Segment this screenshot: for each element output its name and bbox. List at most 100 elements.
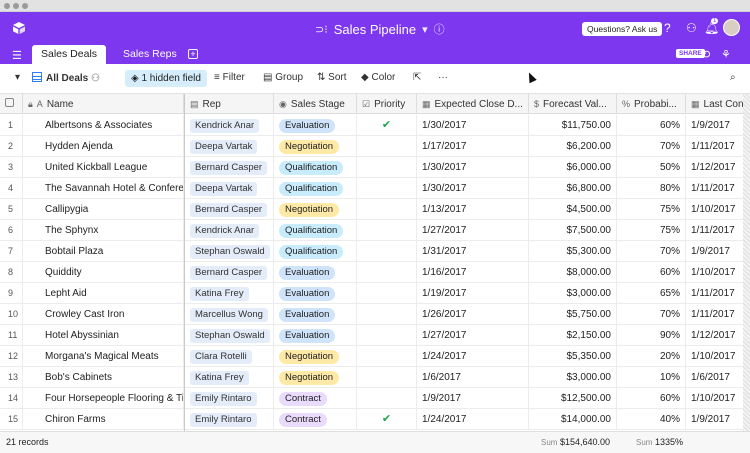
cell-expected-close[interactable]: 1/27/2017 xyxy=(417,220,529,241)
cell-rep[interactable]: Stephan Oswald xyxy=(185,241,274,262)
column-header-forecast-value[interactable]: $ Forecast Val... xyxy=(529,94,617,114)
cell-rep[interactable]: Deepa Vartak xyxy=(185,178,274,199)
cell-priority[interactable] xyxy=(357,367,417,388)
cell-sales-stage[interactable]: Negotiation xyxy=(274,199,357,220)
cell-last-contact[interactable]: 1/9/2017 xyxy=(686,409,750,430)
cell-probability[interactable]: 75% xyxy=(617,199,686,220)
team-icon[interactable]: ⚇ xyxy=(686,21,697,35)
menu-icon[interactable]: ☰ xyxy=(12,49,22,62)
cell-sales-stage[interactable]: Evaluation xyxy=(274,325,357,346)
table-row[interactable]: 5 Callipygia Bernard Casper Negotiation 1/13… xyxy=(0,199,750,220)
cell-expected-close[interactable]: 1/27/2017 xyxy=(417,325,529,346)
blocks-icon[interactable]: ⚘ xyxy=(721,48,731,61)
cell-sales-stage[interactable]: Evaluation xyxy=(274,304,357,325)
cell-sales-stage[interactable]: Negotiation xyxy=(274,346,357,367)
cell-forecast-value[interactable]: $11,750.00 xyxy=(529,115,617,136)
cell-sales-stage[interactable]: Qualification xyxy=(274,241,357,262)
cell-priority[interactable] xyxy=(357,325,417,346)
cell-sales-stage[interactable]: Negotiation xyxy=(274,136,357,157)
row-number[interactable]: 3 xyxy=(0,157,23,178)
cell-forecast-value[interactable]: $4,500.00 xyxy=(529,199,617,220)
cell-priority[interactable] xyxy=(357,283,417,304)
cell-probability[interactable]: 65% xyxy=(617,283,686,304)
close-window-button[interactable] xyxy=(4,3,10,9)
cell-last-contact[interactable]: 1/10/2017 xyxy=(686,388,750,409)
cell-rep[interactable]: Emily Rintaro xyxy=(185,388,274,409)
help-button[interactable]: Questions? Ask us xyxy=(582,22,663,36)
column-header-rep[interactable]: ▤ Rep xyxy=(185,94,274,114)
cell-sales-stage[interactable]: Evaluation xyxy=(274,262,357,283)
cell-name[interactable]: The Sphynx xyxy=(40,220,184,241)
group-button[interactable]: ▤ Group xyxy=(263,72,303,83)
app-logo-icon[interactable] xyxy=(12,21,26,35)
cell-rep[interactable]: Bernard Casper xyxy=(185,262,274,283)
cell-priority[interactable] xyxy=(357,136,417,157)
help-circle-icon[interactable]: ? xyxy=(664,21,671,35)
column-header-expected-close[interactable]: ▦ Expected Close D... xyxy=(417,94,529,114)
cell-forecast-value[interactable]: $3,000.00 xyxy=(529,283,617,304)
table-row[interactable]: 10 Crowley Cast Iron Marcellus Wong Evaluat… xyxy=(0,304,750,325)
cell-expected-close[interactable]: 1/9/2017 xyxy=(417,388,529,409)
cell-name[interactable]: The Savannah Hotel & Confere... xyxy=(40,178,184,199)
cell-name[interactable]: Lepht Aid xyxy=(40,283,184,304)
cell-last-contact[interactable]: 1/11/2017 xyxy=(686,136,750,157)
cell-priority[interactable]: ✔ xyxy=(357,409,417,430)
row-number[interactable]: 11 xyxy=(0,325,23,346)
table-row[interactable]: 11 Hotel Abyssinian Stephan Oswald Evaluati… xyxy=(0,325,750,346)
cell-probability[interactable]: 10% xyxy=(617,367,686,388)
cell-forecast-value[interactable]: $6,800.00 xyxy=(529,178,617,199)
cell-sales-stage[interactable]: Qualification xyxy=(274,220,357,241)
view-switcher[interactable]: All Deals ⚇ xyxy=(32,72,100,84)
cell-expected-close[interactable]: 1/26/2017 xyxy=(417,304,529,325)
cell-probability[interactable]: 90% xyxy=(617,325,686,346)
cell-sales-stage[interactable]: Contract xyxy=(274,409,357,430)
cell-rep[interactable]: Bernard Casper xyxy=(185,199,274,220)
cell-expected-close[interactable]: 1/30/2017 xyxy=(417,157,529,178)
cell-name[interactable]: Hotel Abyssinian xyxy=(40,325,184,346)
search-icon[interactable]: ⌕ xyxy=(730,72,736,83)
cell-probability[interactable]: 60% xyxy=(617,388,686,409)
cell-name[interactable]: Callipygia xyxy=(40,199,184,220)
row-number[interactable]: 6 xyxy=(0,220,23,241)
cell-name[interactable]: Four Horsepeople Flooring & Ti... xyxy=(40,388,184,409)
cell-expected-close[interactable]: 1/19/2017 xyxy=(417,283,529,304)
table-row[interactable]: 6 The Sphynx Kendrick Anar Qualification 1/2… xyxy=(0,220,750,241)
cell-priority[interactable] xyxy=(357,262,417,283)
cell-last-contact[interactable]: 1/11/2017 xyxy=(686,220,750,241)
cell-probability[interactable]: 50% xyxy=(617,157,686,178)
cell-name[interactable]: United Kickball League xyxy=(40,157,184,178)
cell-last-contact[interactable]: 1/6/2017 xyxy=(686,367,750,388)
cell-probability[interactable]: 70% xyxy=(617,304,686,325)
cell-last-contact[interactable]: 1/11/2017 xyxy=(686,178,750,199)
cell-rep[interactable]: Marcellus Wong xyxy=(185,304,274,325)
cell-last-contact[interactable]: 1/9/2017 xyxy=(686,241,750,262)
cell-name[interactable]: Morgana's Magical Meats xyxy=(40,346,184,367)
table-row[interactable]: 9 Lepht Aid Katina Frey Evaluation 1/19/2017… xyxy=(0,283,750,304)
row-number[interactable]: 7 xyxy=(0,241,23,262)
column-header-priority[interactable]: ☑ Priority xyxy=(357,94,417,114)
cell-probability[interactable]: 60% xyxy=(617,115,686,136)
cell-name[interactable]: Hydden Ajenda xyxy=(40,136,184,157)
cell-expected-close[interactable]: 1/16/2017 xyxy=(417,262,529,283)
minimize-window-button[interactable] xyxy=(13,3,19,9)
row-number[interactable]: 1 xyxy=(0,115,23,136)
cell-sales-stage[interactable]: Negotiation xyxy=(274,367,357,388)
row-number[interactable]: 8 xyxy=(0,262,23,283)
cell-probability[interactable]: 40% xyxy=(617,409,686,430)
cell-expected-close[interactable]: 1/24/2017 xyxy=(417,409,529,430)
table-row[interactable]: 2 Hydden Ajenda Deepa Vartak Negotiation 1/1… xyxy=(0,136,750,157)
cell-rep[interactable]: Deepa Vartak xyxy=(185,136,274,157)
table-row[interactable]: 13 Bob's Cabinets Katina Frey Negotiation 1/… xyxy=(0,367,750,388)
cell-probability[interactable]: 60% xyxy=(617,262,686,283)
table-row[interactable]: 3 United Kickball League Bernard Casper Qua… xyxy=(0,157,750,178)
cell-name[interactable]: Chiron Farms xyxy=(40,409,184,430)
cell-rep[interactable]: Clara Rotelli xyxy=(185,346,274,367)
cell-forecast-value[interactable]: $5,300.00 xyxy=(529,241,617,262)
cell-forecast-value[interactable]: $6,200.00 xyxy=(529,136,617,157)
cell-rep[interactable]: Emily Rintaro xyxy=(185,409,274,430)
cell-forecast-value[interactable]: $6,000.00 xyxy=(529,157,617,178)
cell-last-contact[interactable]: 1/10/2017 xyxy=(686,346,750,367)
column-header-name[interactable]: 🔒︎ A Name xyxy=(23,94,184,114)
cell-priority[interactable] xyxy=(357,346,417,367)
frozen-column-divider[interactable] xyxy=(184,94,185,431)
